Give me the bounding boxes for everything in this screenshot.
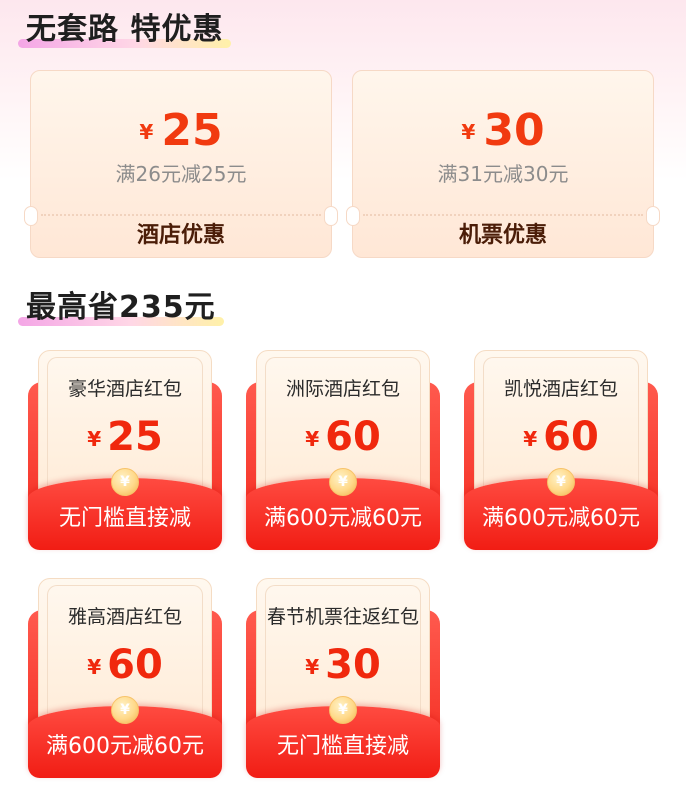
packet-amount-value: 30 xyxy=(325,642,381,688)
section-title-no-tricks: 无套路 特优惠 xyxy=(18,12,232,48)
packet-amount-value: 25 xyxy=(107,414,163,460)
flight-coupon-card[interactable]: ¥30 满31元减30元 机票优惠 xyxy=(346,70,660,258)
packet-condition: 无门槛直接减 xyxy=(276,734,409,759)
red-packet-intercontinental-hotel[interactable]: 洲际酒店红包 ¥60 ¥ 满600元减60元 xyxy=(246,350,440,550)
packet-name: 豪华酒店红包 xyxy=(67,378,182,400)
coupon-divider xyxy=(41,214,321,216)
packet-amount-value: 60 xyxy=(325,414,381,460)
packet-amount: ¥30 xyxy=(257,641,429,691)
currency-symbol: ¥ xyxy=(87,427,102,451)
yen-coin-icon: ¥ xyxy=(547,468,575,496)
red-packet-hyatt-hotel[interactable]: 凯悦酒店红包 ¥60 ¥ 满600元减60元 xyxy=(464,350,658,550)
yen-coin-icon: ¥ xyxy=(111,468,139,496)
packet-amount: ¥60 xyxy=(257,413,429,463)
section-title-text: 无套路 特优惠 xyxy=(26,12,224,47)
yen-coin-icon: ¥ xyxy=(111,696,139,724)
packet-name: 春节机票往返红包 xyxy=(266,606,419,628)
coupon-label: 机票优惠 xyxy=(458,223,547,248)
coupon-label: 酒店优惠 xyxy=(136,223,225,248)
packet-name: 洲际酒店红包 xyxy=(285,378,400,400)
section-title-max-save: 最高省235元 xyxy=(18,290,224,326)
currency-symbol: ¥ xyxy=(523,427,538,451)
coupon-amount: ¥25 xyxy=(31,105,331,158)
currency-symbol: ¥ xyxy=(461,120,476,144)
yen-coin-icon: ¥ xyxy=(329,696,357,724)
currency-symbol: ¥ xyxy=(305,427,320,451)
currency-symbol: ¥ xyxy=(305,655,320,679)
coupon-amount-value: 30 xyxy=(483,105,545,156)
red-packet-accor-hotel[interactable]: 雅高酒店红包 ¥60 ¥ 满600元减60元 xyxy=(28,578,222,778)
coupon-condition: 满31元减30元 xyxy=(437,162,569,186)
section-title-text: 最高省235元 xyxy=(26,290,216,325)
packet-condition: 满600元减60元 xyxy=(46,734,204,759)
currency-symbol: ¥ xyxy=(87,655,102,679)
red-packet-spring-festival-flight[interactable]: 春节机票往返红包 ¥30 ¥ 无门槛直接减 xyxy=(246,578,440,778)
packet-condition: 满600元减60元 xyxy=(482,506,640,531)
hotel-coupon-card[interactable]: ¥25 满26元减25元 酒店优惠 xyxy=(24,70,338,258)
packet-condition: 满600元减60元 xyxy=(264,506,422,531)
coupon-divider xyxy=(363,214,643,216)
currency-symbol: ¥ xyxy=(139,120,154,144)
packet-name: 凯悦酒店红包 xyxy=(503,378,618,400)
packet-amount: ¥60 xyxy=(39,641,211,691)
packet-amount: ¥60 xyxy=(475,413,647,463)
packet-amount-value: 60 xyxy=(543,414,599,460)
yen-coin-icon: ¥ xyxy=(329,468,357,496)
packet-amount: ¥25 xyxy=(39,413,211,463)
packet-condition: 无门槛直接减 xyxy=(58,506,191,531)
packet-name: 雅高酒店红包 xyxy=(67,606,182,628)
coupon-amount-value: 25 xyxy=(161,105,223,156)
coupon-condition: 满26元减25元 xyxy=(115,162,247,186)
coupon-amount: ¥30 xyxy=(353,105,653,158)
packet-amount-value: 60 xyxy=(107,642,163,688)
red-packet-luxury-hotel[interactable]: 豪华酒店红包 ¥25 ¥ 无门槛直接减 xyxy=(28,350,222,550)
